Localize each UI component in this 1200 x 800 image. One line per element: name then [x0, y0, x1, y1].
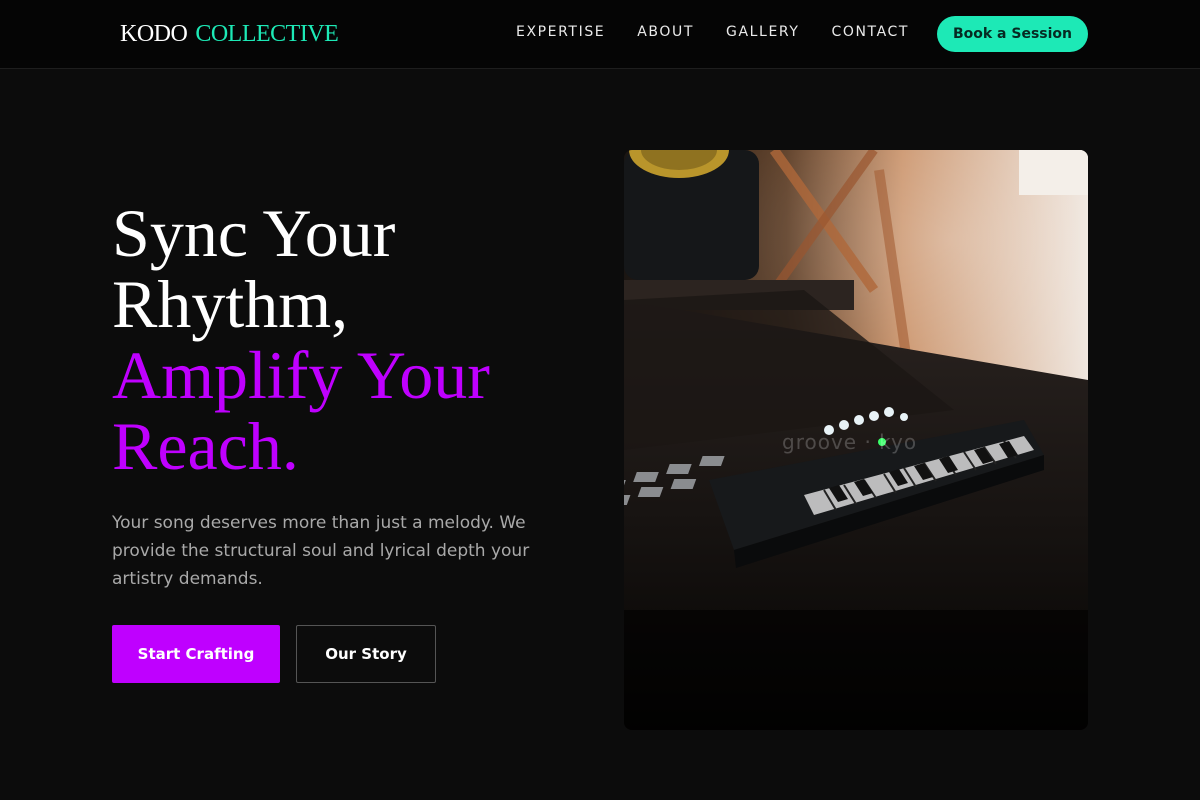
hero-heading: Sync Your Rhythm, Amplify Your Reach. — [112, 198, 592, 482]
book-session-button[interactable]: Book a Session — [937, 16, 1088, 52]
nav-link-about[interactable]: ABOUT — [637, 23, 694, 41]
studio-keyboard-image: groove · kyo — [624, 150, 1088, 730]
brand-name-primary: KODO — [120, 21, 188, 47]
hero-heading-highlight-1: Amplify Your — [112, 337, 490, 413]
nav-link-gallery[interactable]: GALLERY — [726, 23, 799, 41]
nav-link-expertise[interactable]: EXPERTISE — [516, 23, 605, 41]
our-story-button[interactable]: Our Story — [296, 625, 436, 683]
nav-links: EXPERTISE ABOUT GALLERY CONTACT — [516, 23, 909, 41]
top-navigation: KODO COLLECTIVE EXPERTISE ABOUT GALLERY C… — [0, 0, 1200, 69]
brand-logo[interactable]: KODO COLLECTIVE — [120, 20, 339, 48]
image-watermark: groove · kyo — [782, 430, 918, 454]
nav-link-contact[interactable]: CONTACT — [831, 23, 909, 41]
hero-description: Your song deserves more than just a melo… — [112, 513, 530, 589]
hero-heading-line-2: Rhythm, — [112, 266, 349, 342]
hero-heading-line-1: Sync Your — [112, 195, 396, 271]
start-crafting-button[interactable]: Start Crafting — [112, 625, 280, 683]
brand-name-accent: COLLECTIVE — [195, 21, 339, 47]
hero-heading-highlight-2: Reach. — [112, 408, 299, 484]
